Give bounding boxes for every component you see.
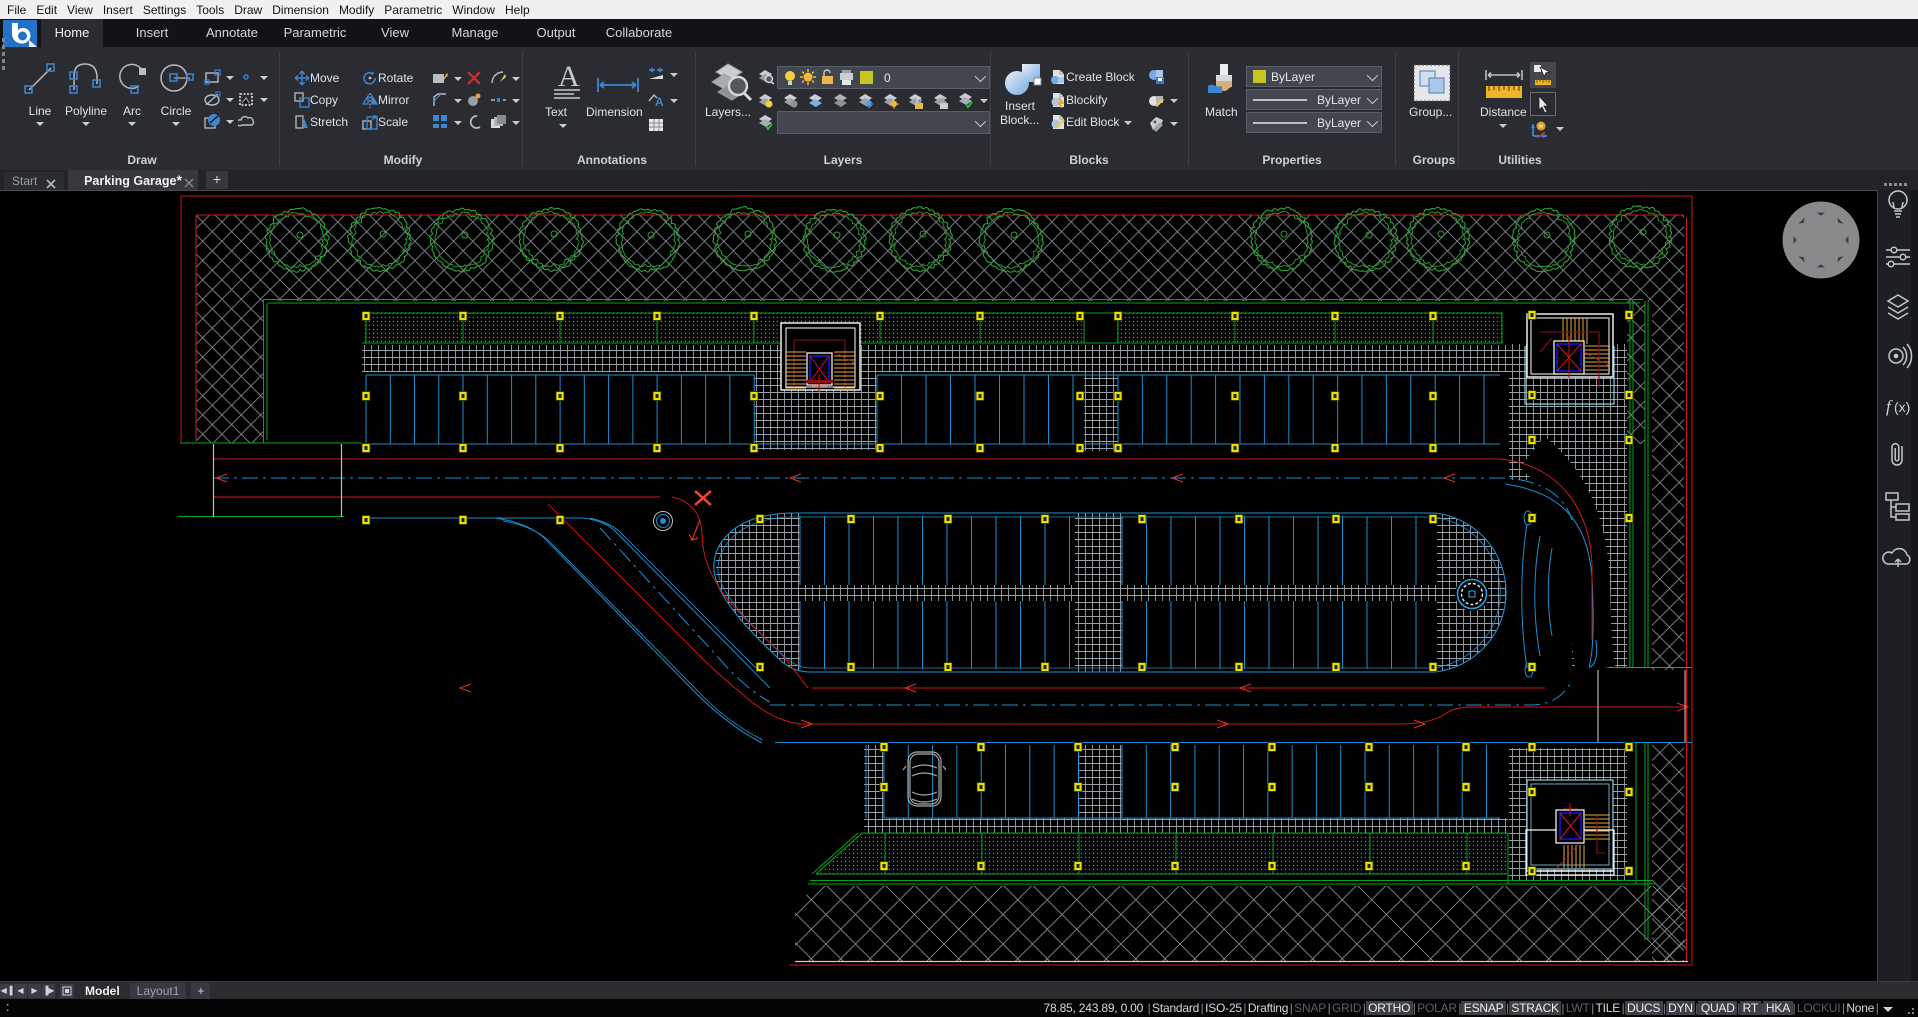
svg-text:(x): (x) — [1894, 399, 1910, 415]
svg-text:f: f — [1886, 397, 1893, 416]
svg-text:A: A — [655, 95, 664, 109]
svg-text:A: A — [558, 60, 580, 93]
